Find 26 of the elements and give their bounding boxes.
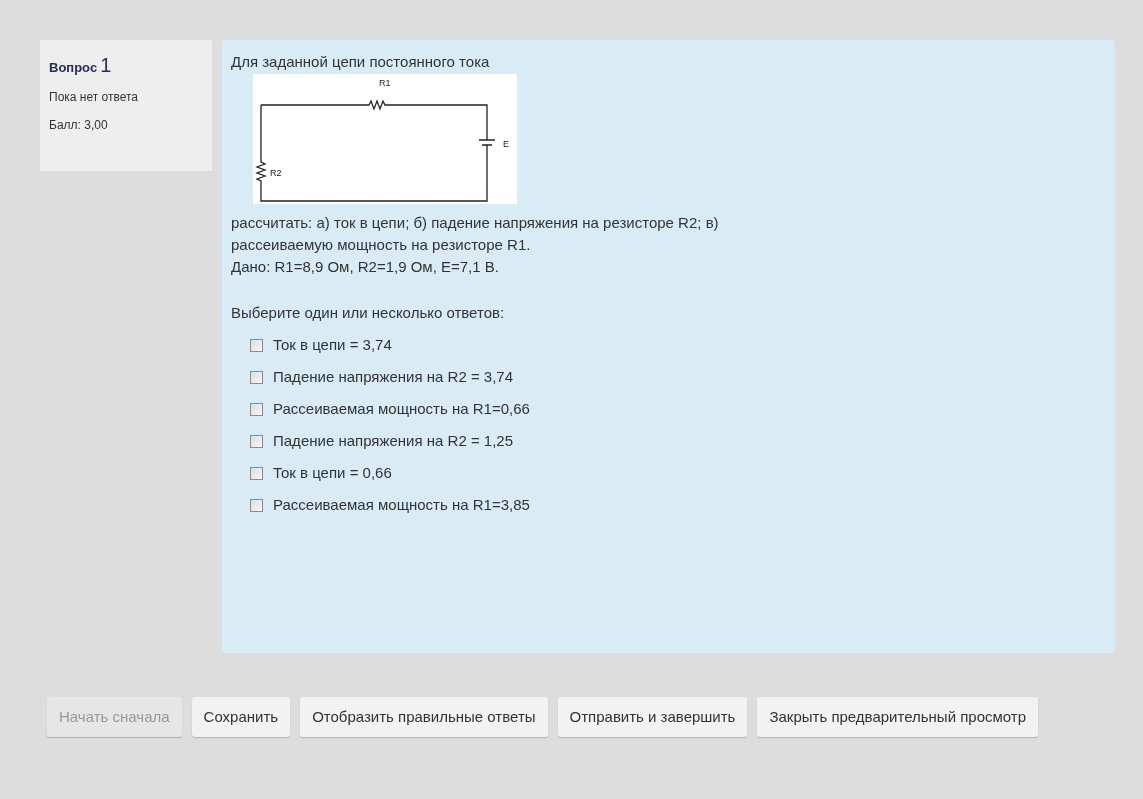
question-text: рассчитать: а) ток в цепи; б) падение напряжения на резисторе R2; в) bbox=[231, 213, 720, 233]
question-grade: Балл: 3,00 bbox=[49, 117, 109, 134]
checkbox[interactable] bbox=[250, 402, 263, 416]
answer-option: Ток в цепи = 0,66 bbox=[273, 461, 392, 485]
question-text: Для заданной цепи постоянного тока bbox=[231, 52, 491, 72]
question-text: Дано: R1=8,9 Ом, R2=1,9 Ом, E=7,1 В. bbox=[231, 257, 500, 277]
question-state: Пока нет ответа bbox=[49, 89, 139, 106]
answer-prompt: Выберите один или несколько ответов: bbox=[231, 303, 506, 323]
answer-option: Рассеиваемая мощность на R1=3,85 bbox=[273, 493, 530, 517]
checkbox[interactable] bbox=[250, 466, 263, 480]
question-text: рассеиваемую мощность на резисторе R1. bbox=[231, 235, 532, 255]
answer-option: Падение напряжения на R2 = 1,25 bbox=[273, 429, 514, 453]
button[interactable]: Закрыть предварительный просмотр bbox=[757, 697, 1039, 737]
button[interactable]: Отобразить правильные ответы bbox=[300, 697, 548, 737]
answer-option: Ток в цепи = 3,74 bbox=[273, 333, 392, 357]
checkbox[interactable] bbox=[250, 498, 263, 512]
question-number: 1 bbox=[100, 53, 112, 78]
question-label: Вопрос bbox=[49, 59, 98, 77]
checkbox[interactable] bbox=[250, 434, 263, 448]
checkbox[interactable] bbox=[250, 370, 263, 384]
answer-option: Падение напряжения на R2 = 3,74 bbox=[273, 365, 514, 389]
button[interactable]: Сохранить bbox=[191, 697, 291, 737]
circuit-diagram: R1 R2 E bbox=[253, 74, 517, 204]
answer-option: Рассеиваемая мощность на R1=0,66 bbox=[273, 397, 530, 421]
button[interactable]: Отправить и завершить bbox=[557, 697, 748, 737]
checkbox[interactable] bbox=[250, 338, 263, 352]
